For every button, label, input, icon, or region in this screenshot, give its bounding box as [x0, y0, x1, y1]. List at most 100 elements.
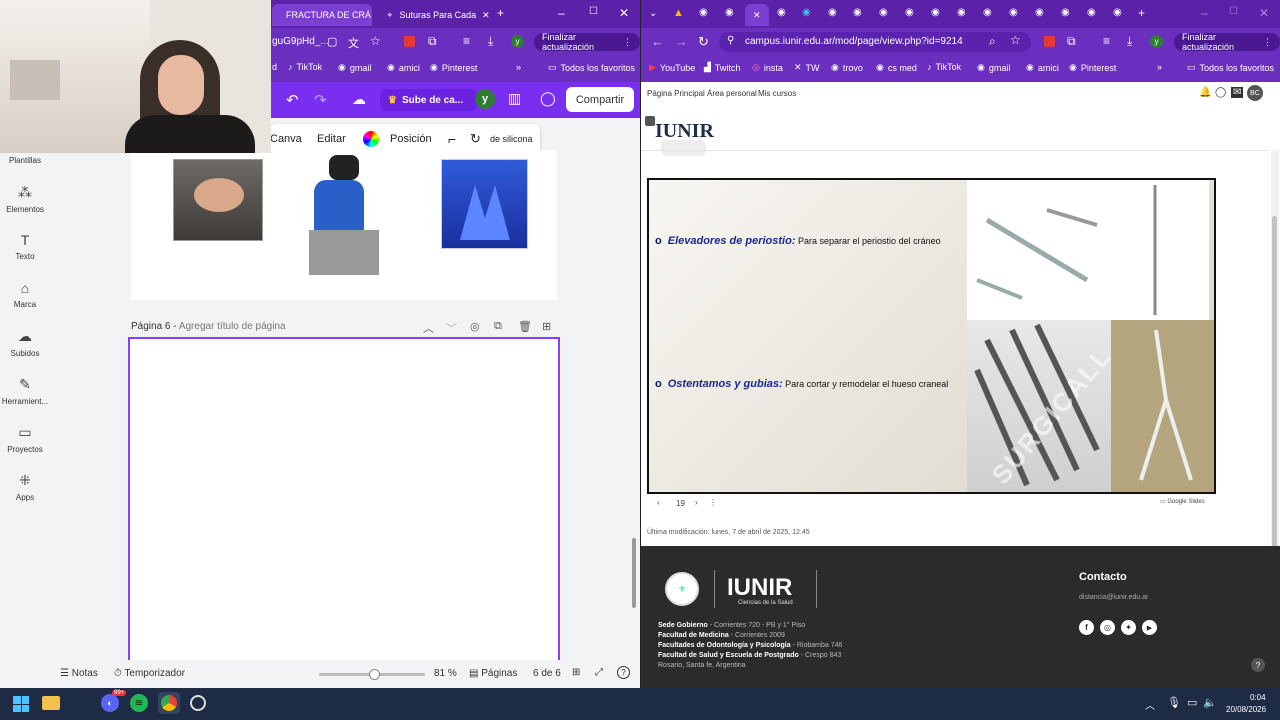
google-slides-link[interactable]: ▭ Google Slides: [1160, 498, 1205, 505]
prev-slide-icon[interactable]: ‹: [657, 498, 660, 507]
all-bookmarks[interactable]: ▭ Todos los favoritos: [1187, 62, 1274, 73]
hide-icon[interactable]: ◎: [470, 320, 480, 333]
chrome-icon[interactable]: [161, 695, 177, 711]
tray-chevron-icon[interactable]: ︿: [1145, 697, 1155, 712]
head-frame-image[interactable]: [294, 150, 390, 278]
color-wheel-icon[interactable]: [363, 131, 379, 147]
sidebar-item-elements[interactable]: ⁂ Elementos: [0, 184, 50, 214]
extensions-icon[interactable]: ⧉: [1067, 34, 1076, 49]
app-icon[interactable]: [190, 695, 206, 711]
canvas-page-5[interactable]: [131, 150, 557, 300]
windows-start-icon[interactable]: [13, 696, 29, 712]
facebook-icon[interactable]: f: [1079, 620, 1094, 635]
extension-red-icon[interactable]: [404, 36, 415, 47]
tab-favicon-icon[interactable]: ◉: [777, 7, 786, 18]
bookmark-twitch[interactable]: ▟ Twitch: [704, 62, 740, 73]
more-bookmarks-icon[interactable]: »: [1157, 62, 1162, 72]
bookmark-amici[interactable]: ◉ amici: [1026, 62, 1059, 73]
undo-icon[interactable]: ↶: [286, 91, 299, 109]
new-tab-icon[interactable]: +: [497, 6, 504, 20]
timer-button[interactable]: ⏱ Temporizador: [114, 668, 185, 679]
star-icon[interactable]: ☆: [370, 34, 381, 48]
drive-favicon-icon[interactable]: ▲: [673, 7, 684, 19]
tab-suturas[interactable]: ✦ Suturas Para Cada ✕: [378, 4, 490, 26]
spotify-icon[interactable]: ≋: [130, 694, 148, 712]
tab-favicon-icon[interactable]: ◉: [957, 7, 966, 18]
mail-icon[interactable]: ✉: [1231, 87, 1244, 98]
maximize-icon[interactable]: ☐: [1229, 6, 1238, 17]
edit-button[interactable]: Editar: [317, 133, 346, 145]
notification-bell-icon[interactable]: 🔔: [1199, 87, 1211, 98]
youtube-icon[interactable]: ▶: [1142, 620, 1157, 635]
nav-courses-link[interactable]: Mis cursos: [758, 89, 796, 98]
tab-favicon-icon[interactable]: ◉: [905, 7, 914, 18]
bookmark-insta[interactable]: ◎ insta: [752, 62, 783, 73]
content-button[interactable]: [661, 140, 706, 156]
clock-date[interactable]: 20/08/2026: [1226, 705, 1266, 714]
star-icon[interactable]: ☆: [1010, 33, 1021, 47]
user-avatar[interactable]: BC: [1247, 85, 1263, 101]
bookmark-tiktok[interactable]: ♪ TikTok: [927, 62, 961, 72]
sidebar-item-tools[interactable]: ✎ Herramient...: [0, 376, 50, 406]
bookmark-csmed[interactable]: ◉ cs med: [876, 62, 917, 73]
tab-fractura[interactable]: FRACTURA DE CRÁ ✕: [272, 4, 372, 26]
update-button[interactable]: Finalizar actualización ⋮: [534, 32, 640, 52]
file-explorer-icon[interactable]: [42, 696, 60, 710]
canvas-page-6[interactable]: [128, 337, 560, 667]
zoom-slider[interactable]: [319, 669, 425, 680]
comment-icon[interactable]: ◯: [540, 90, 556, 107]
canva-avatar[interactable]: y: [475, 89, 495, 109]
maximize-icon[interactable]: ☐: [589, 6, 598, 17]
url-bar[interactable]: ⚲ campus.iunir.edu.ar/mod/page/view.php?…: [719, 32, 1031, 52]
position-button[interactable]: Posición: [390, 133, 432, 145]
tab-favicon-icon[interactable]: ◉: [1113, 7, 1122, 18]
slide-menu-icon[interactable]: ⋮: [709, 498, 717, 507]
zoom-icon[interactable]: ⌕: [989, 34, 996, 49]
more-bookmarks-icon[interactable]: »: [516, 62, 521, 72]
google-slide-embed[interactable]: o Elevadores de periostio: Para separar …: [647, 178, 1216, 494]
contact-email[interactable]: distancia@iunir.edu.ar: [1079, 594, 1148, 601]
page-title-input[interactable]: Agregar título de página: [179, 321, 286, 332]
refresh-icon[interactable]: ↻: [470, 131, 481, 147]
back-icon[interactable]: ←: [651, 34, 664, 49]
tab-favicon-icon[interactable]: ◉: [802, 7, 811, 18]
close-window-icon[interactable]: ✕: [1259, 6, 1269, 20]
sidebar-toggle-icon[interactable]: [645, 116, 655, 126]
bookmark-tiktok[interactable]: ♪ TikTok: [288, 62, 322, 72]
tab-favicon-icon[interactable]: ◉: [1035, 7, 1044, 18]
cloud-save-icon[interactable]: ☁: [352, 91, 366, 108]
page-count[interactable]: 6 de 6: [533, 668, 561, 679]
help-icon[interactable]: ?: [1251, 658, 1265, 672]
page-scrollbar[interactable]: [1271, 150, 1279, 676]
profile-avatar-icon[interactable]: y: [511, 35, 524, 48]
bookmark-gmail[interactable]: ◉ gmail: [977, 62, 1010, 73]
minimize-icon[interactable]: –: [558, 6, 565, 20]
tab-favicon-icon[interactable]: ◉: [1061, 7, 1070, 18]
network-icon[interactable]: ▭: [1187, 696, 1197, 709]
bookmark-youtube[interactable]: ▶ YouTube: [649, 62, 695, 73]
bookmark-tw[interactable]: ✕ TW: [794, 62, 820, 73]
instagram-icon[interactable]: ◎: [1100, 620, 1115, 635]
next-slide-icon[interactable]: ›: [695, 498, 698, 507]
add-page-icon[interactable]: ⊞: [542, 320, 551, 333]
zoom-level[interactable]: 81 %: [434, 668, 457, 679]
nav-dashboard-link[interactable]: Área personal: [707, 89, 757, 98]
tab-active-iunir[interactable]: ✕: [745, 4, 769, 26]
sidebar-item-templates[interactable]: Plantillas: [0, 156, 50, 165]
sidebar-item-uploads[interactable]: ☁ Subidos: [0, 328, 50, 358]
minimize-icon[interactable]: –: [1201, 6, 1208, 20]
messages-icon[interactable]: ◯: [1215, 87, 1226, 98]
surgical-head-image[interactable]: [173, 159, 263, 241]
tab-favicon-icon[interactable]: ◉: [931, 7, 940, 18]
media-icon[interactable]: ≡: [463, 34, 470, 48]
tab-favicon-icon[interactable]: ◉: [879, 7, 888, 18]
redo-icon[interactable]: ↷: [314, 91, 327, 109]
tab-favicon-icon[interactable]: ◉: [699, 7, 708, 18]
extension-red-icon[interactable]: [1044, 36, 1055, 47]
tab-favicon-icon[interactable]: ◉: [828, 7, 837, 18]
bookmark-trovo[interactable]: ◉ trovo: [831, 62, 863, 73]
silicone-support-image[interactable]: [441, 159, 528, 249]
help-icon[interactable]: ?: [617, 666, 630, 679]
tab-favicon-icon[interactable]: ◉: [1087, 7, 1096, 18]
pages-button[interactable]: ▤ Páginas: [469, 668, 517, 679]
